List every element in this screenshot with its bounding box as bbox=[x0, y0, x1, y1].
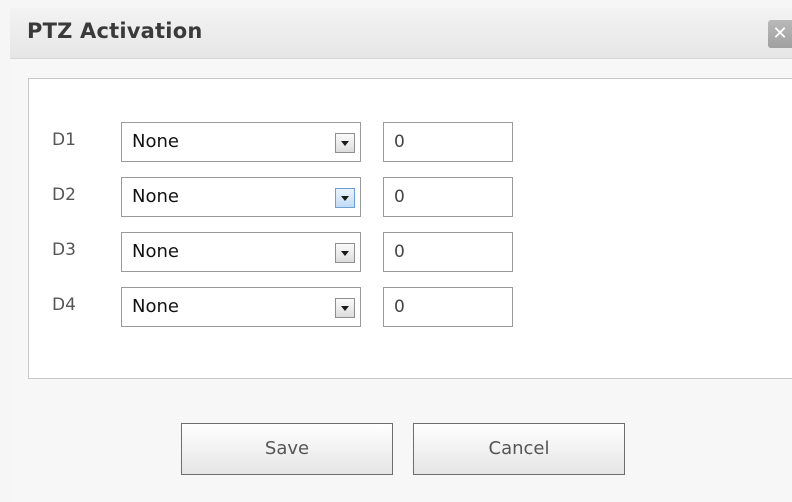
chevron-down-icon[interactable] bbox=[335, 243, 355, 263]
save-button[interactable]: Save bbox=[181, 423, 393, 475]
chevron-down-icon[interactable] bbox=[335, 188, 355, 208]
ptz-number-input-d3[interactable]: 0 bbox=[383, 232, 513, 272]
ptz-number-input-d4[interactable]: 0 bbox=[383, 287, 513, 327]
row-label-d2: D2 bbox=[52, 185, 76, 205]
row-label-d3: D3 bbox=[52, 240, 76, 260]
ptz-number-input-d1[interactable]: 0 bbox=[383, 122, 513, 162]
ptz-settings-panel: D1 None 0 D2 None 0 D3 None 0 D4 None 0 bbox=[28, 78, 792, 379]
row-label-d4: D4 bbox=[52, 295, 76, 315]
dialog-titlebar: PTZ Activation ✕ bbox=[10, 8, 792, 59]
select-value-d2: None bbox=[132, 186, 179, 207]
ptz-activation-dialog: PTZ Activation ✕ D1 None 0 D2 None 0 D3 … bbox=[0, 0, 792, 502]
close-icon: ✕ bbox=[772, 23, 788, 44]
chevron-down-icon[interactable] bbox=[335, 133, 355, 153]
ptz-type-select-d2[interactable]: None bbox=[121, 177, 361, 217]
ptz-number-input-d2[interactable]: 0 bbox=[383, 177, 513, 217]
select-value-d4: None bbox=[132, 296, 179, 317]
close-button[interactable]: ✕ bbox=[768, 20, 792, 48]
ptz-type-select-d3[interactable]: None bbox=[121, 232, 361, 272]
chevron-down-icon[interactable] bbox=[335, 298, 355, 318]
ptz-type-select-d1[interactable]: None bbox=[121, 122, 361, 162]
ptz-type-select-d4[interactable]: None bbox=[121, 287, 361, 327]
cancel-button[interactable]: Cancel bbox=[413, 423, 625, 475]
dialog-title: PTZ Activation bbox=[27, 19, 203, 43]
row-label-d1: D1 bbox=[52, 130, 76, 150]
select-value-d3: None bbox=[132, 241, 179, 262]
select-value-d1: None bbox=[132, 131, 179, 152]
